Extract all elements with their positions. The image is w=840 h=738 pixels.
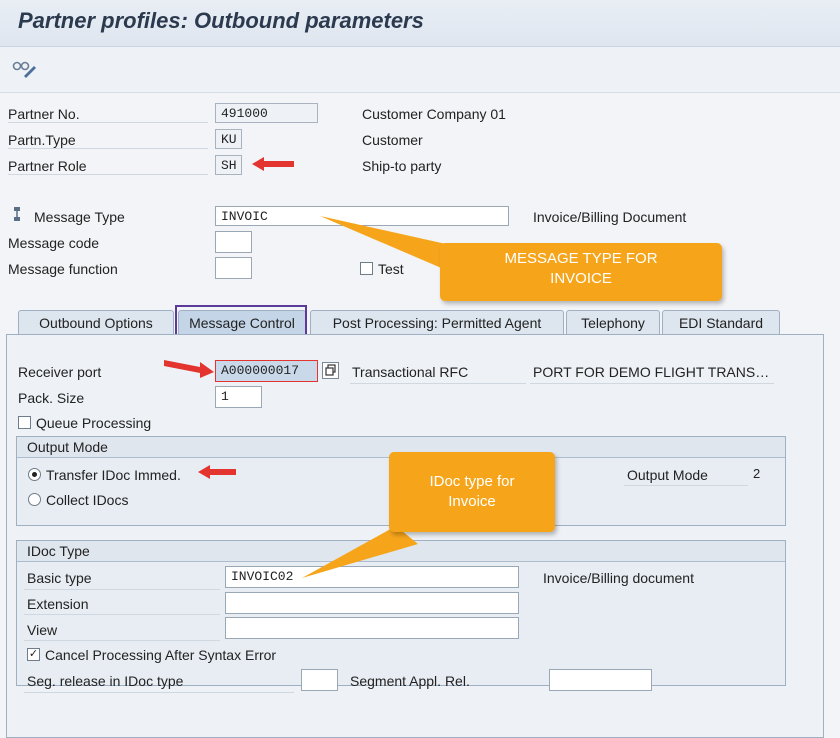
partner-no-field[interactable]: 491000 <box>215 103 318 123</box>
tab-post-processing[interactable]: Post Processing: Permitted Agent <box>310 310 564 335</box>
message-code-field[interactable] <box>215 231 252 253</box>
partner-type-field[interactable]: KU <box>215 129 242 149</box>
cancel-processing-checkbox[interactable]: ✓ <box>27 648 40 661</box>
tab-edi-standard[interactable]: EDI Standard <box>662 310 780 335</box>
divider <box>8 122 208 123</box>
tab-outbound-options[interactable]: Outbound Options <box>18 310 174 335</box>
idoc-type-callout: IDoc type for Invoice <box>389 452 555 532</box>
divider <box>24 640 220 641</box>
divider <box>8 148 208 149</box>
divider <box>624 485 748 486</box>
page-title: Partner profiles: Outbound parameters <box>18 8 424 33</box>
collect-idocs-radio[interactable] <box>28 493 41 506</box>
pack-size-label: Pack. Size <box>18 390 85 406</box>
queue-processing-checkbox[interactable] <box>18 416 31 429</box>
receiver-port-desc: Transactional RFC <box>352 364 469 380</box>
divider <box>24 589 220 590</box>
partner-role-label: Partner Role <box>8 158 87 174</box>
divider <box>530 383 774 384</box>
receiver-port-desc2: PORT FOR DEMO FLIGHT TRANS… <box>533 364 770 380</box>
output-mode-value: 2 <box>753 466 761 481</box>
seg-release-label: Seg. release in IDoc type <box>27 673 184 689</box>
transfer-idoc-radio[interactable] <box>28 468 41 481</box>
partner-type-desc: Customer <box>362 132 423 148</box>
extension-field[interactable] <box>225 592 519 614</box>
message-code-label: Message code <box>8 235 100 251</box>
queue-processing-label: Queue Processing <box>36 415 152 431</box>
display-change-icon[interactable] <box>10 56 38 80</box>
collect-idocs-label: Collect IDocs <box>46 492 129 508</box>
seg-release-field[interactable] <box>301 669 338 691</box>
toolbar <box>0 47 840 93</box>
basic-type-desc: Invoice/Billing document <box>543 570 694 586</box>
output-mode-label: Output Mode <box>627 467 708 483</box>
segment-appl-field[interactable] <box>549 669 652 691</box>
view-field[interactable] <box>225 617 519 639</box>
receiver-port-field[interactable]: A000000017 <box>215 360 318 382</box>
basic-type-label: Basic type <box>27 570 92 586</box>
cancel-processing-label: Cancel Processing After Syntax Error <box>45 647 277 663</box>
message-type-desc: Invoice/Billing Document <box>533 209 687 225</box>
divider <box>350 383 526 384</box>
red-arrow-icon <box>252 157 294 171</box>
transfer-idoc-label: Transfer IDoc Immed. <box>46 467 181 483</box>
divider <box>8 174 208 175</box>
message-type-callout: MESSAGE TYPE FOR INVOICE <box>440 243 722 301</box>
message-type-label: Message Type <box>34 209 125 225</box>
pack-size-field[interactable]: 1 <box>215 386 262 408</box>
partner-role-field[interactable]: SH <box>215 155 242 175</box>
segment-appl-label: Segment Appl. Rel. <box>350 673 470 689</box>
partner-no-label: Partner No. <box>8 106 80 122</box>
divider <box>24 692 294 693</box>
value-help-icon[interactable] <box>322 362 339 379</box>
partner-role-desc: Ship-to party <box>362 158 442 174</box>
view-label: View <box>27 622 58 638</box>
red-arrow-icon <box>198 465 236 479</box>
partner-type-label: Partn.Type <box>8 132 76 148</box>
hierarchy-icon <box>10 206 24 225</box>
message-function-label: Message function <box>8 261 118 277</box>
message-function-field[interactable] <box>215 257 252 279</box>
partner-no-desc: Customer Company 01 <box>362 106 506 122</box>
tab-telephony[interactable]: Telephony <box>566 310 660 335</box>
callout-pointer <box>320 216 446 270</box>
divider <box>24 614 220 615</box>
extension-label: Extension <box>27 596 89 612</box>
red-arrow-icon <box>164 360 214 378</box>
receiver-port-label: Receiver port <box>18 364 102 380</box>
